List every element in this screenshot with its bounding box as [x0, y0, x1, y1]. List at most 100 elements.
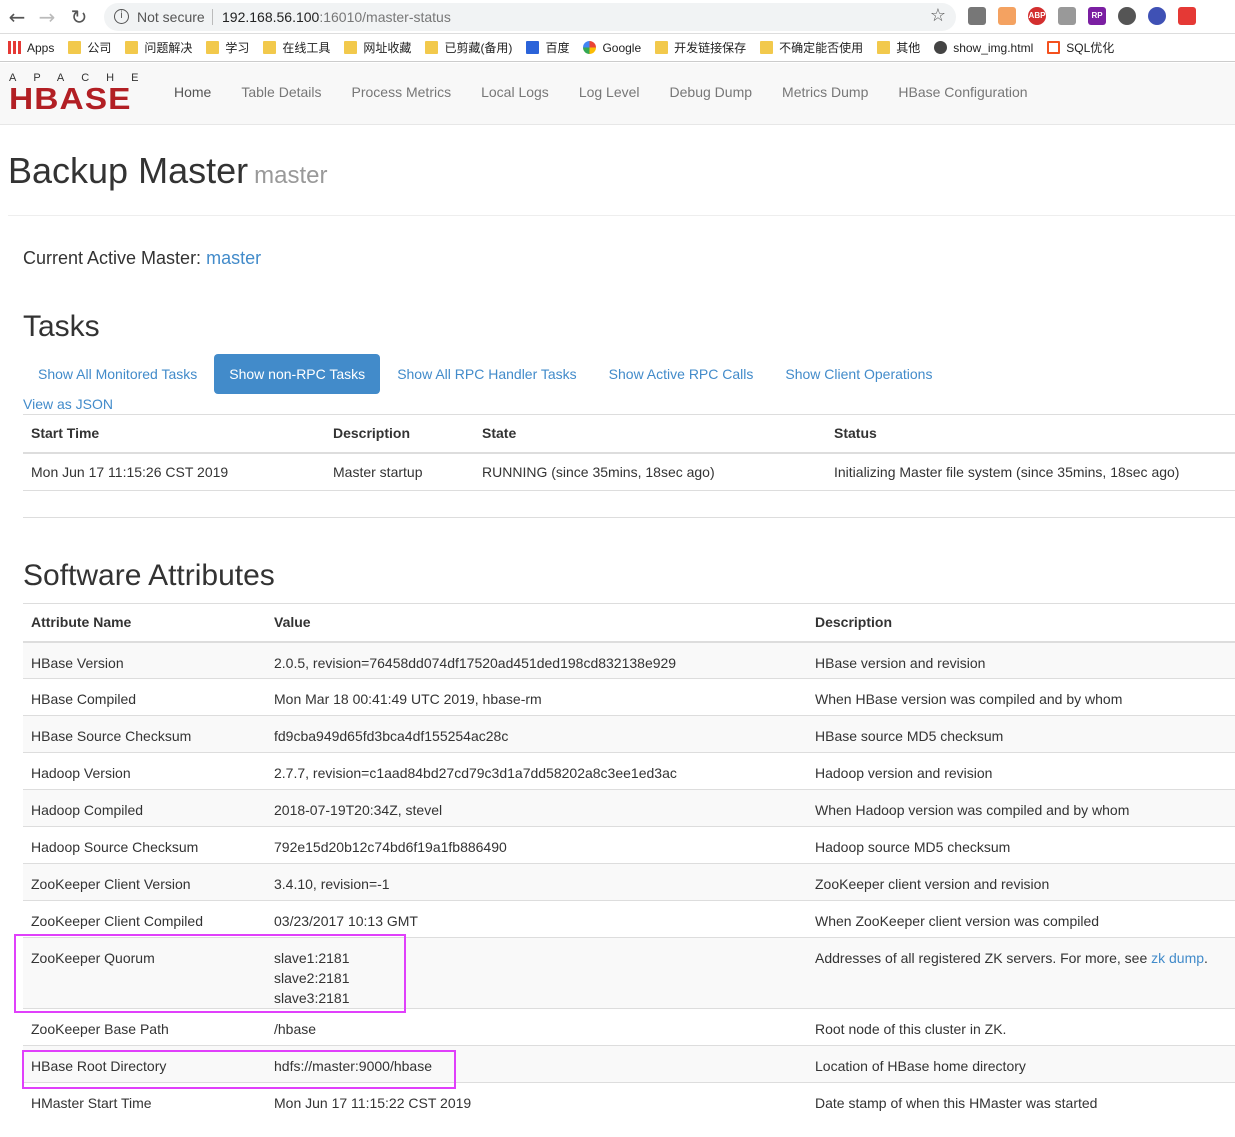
nav-menu: Home Table Details Process Metrics Local… — [159, 63, 1043, 125]
info-icon[interactable]: i — [114, 9, 129, 24]
tab-active-rpc-calls[interactable]: Show Active RPC Calls — [594, 354, 769, 394]
bookmark-item[interactable]: 不确定能否使用 — [760, 39, 863, 56]
table-row: HBase Compiled Mon Mar 18 00:41:49 UTC 20… — [23, 678, 1235, 716]
highlight-box — [14, 934, 406, 1013]
bookmark-item[interactable]: 已剪藏(备用) — [425, 39, 512, 56]
extension-icon[interactable] — [1178, 7, 1196, 25]
software-attributes-heading: Software Attributes — [23, 559, 275, 592]
table-row: ZooKeeper Client Version 3.4.10, revision… — [23, 863, 1235, 901]
attribute-description: When HBase version was compiled and by w… — [807, 678, 1235, 716]
column-header: Description — [807, 603, 1235, 643]
reload-icon[interactable]: ↻ — [66, 4, 92, 30]
nav-debug-dump[interactable]: Debug Dump — [655, 63, 768, 125]
attribute-value: 3.4.10, revision=-1 — [266, 863, 807, 901]
nav-table-details[interactable]: Table Details — [226, 63, 336, 125]
active-master: Current Active Master: master — [23, 248, 261, 269]
nav-process-metrics[interactable]: Process Metrics — [337, 63, 467, 125]
attribute-value: fd9cba949d65fd3bca4df155254ac28c — [266, 715, 807, 753]
nav-local-logs[interactable]: Local Logs — [466, 63, 564, 125]
bookmark-item[interactable]: 公司 — [68, 39, 111, 56]
tasks-heading: Tasks — [23, 310, 100, 343]
attribute-value: Mon Mar 18 00:41:49 UTC 2019, hbase-rm — [266, 678, 807, 716]
bookmark-label: Apps — [27, 40, 55, 55]
folder-icon — [263, 41, 277, 54]
folder-icon — [760, 41, 774, 54]
folder-icon — [344, 41, 358, 54]
forward-arrow-icon[interactable]: → — [34, 4, 60, 30]
tab-all-monitored-tasks[interactable]: Show All Monitored Tasks — [23, 354, 212, 394]
bookmark-label: 百度 — [545, 41, 570, 55]
address-bar[interactable]: i Not secure 192.168.56.100:16010/master… — [104, 3, 956, 31]
bookmark-item[interactable]: 问题解决 — [125, 39, 192, 56]
apps-grid-icon — [8, 41, 21, 54]
attribute-description: When ZooKeeper client version was compil… — [807, 900, 1235, 938]
attribute-value: 2.0.5, revision=76458dd074df17520ad451de… — [266, 641, 807, 679]
bookmark-label: 在线工具 — [282, 41, 331, 55]
table-row: ZooKeeper Base Path/hbase Root node of th… — [23, 1008, 1235, 1046]
table-row: HBase Source Checksum fd9cba949d65fd3bca4… — [23, 715, 1235, 753]
view-as-json-link[interactable]: View as JSON — [23, 396, 113, 412]
attribute-description: Hadoop version and revision — [807, 752, 1235, 790]
browser-toolbar: ← → ↻ i Not secure 192.168.56.100:16010/… — [0, 0, 1235, 34]
extension-icon[interactable] — [1058, 7, 1076, 25]
task-status: Initializing Master file system (since 3… — [826, 452, 1235, 491]
column-header: Value — [266, 603, 807, 643]
task-start-time: Mon Jun 17 11:15:26 CST 2019 — [23, 452, 325, 491]
tab-non-rpc-tasks[interactable]: Show non-RPC Tasks — [214, 354, 381, 394]
nav-home[interactable]: Home — [159, 63, 226, 125]
extension-icon[interactable]: RP — [1088, 7, 1106, 25]
extension-icon[interactable] — [1118, 7, 1136, 25]
bookmark-item[interactable]: Google — [583, 41, 641, 55]
extension-icon[interactable] — [968, 7, 986, 25]
bookmark-item[interactable]: 其他 — [877, 39, 920, 56]
extension-icon[interactable] — [998, 7, 1016, 25]
attribute-description: Location of HBase home directory — [807, 1045, 1235, 1083]
attribute-value: /hbase — [266, 1008, 807, 1046]
table-row: ZooKeeper Client Compiled 03/23/2017 10:1… — [23, 900, 1235, 938]
attribute-name: ZooKeeper Base Path — [23, 1008, 266, 1046]
column-header: State — [474, 414, 826, 454]
attribute-description: Date stamp of when this HMaster was star… — [807, 1082, 1235, 1120]
attribute-name: HBase Compiled — [23, 678, 266, 716]
baidu-icon — [526, 41, 540, 54]
adblock-icon[interactable]: ABP — [1028, 7, 1046, 25]
tab-all-rpc-handler-tasks[interactable]: Show All RPC Handler Tasks — [382, 354, 591, 394]
url-text[interactable]: 192.168.56.100:16010/master-status — [222, 9, 451, 25]
nav-hbase-configuration[interactable]: HBase Configuration — [883, 63, 1042, 125]
zk-dump-link[interactable]: zk dump — [1151, 950, 1204, 966]
nav-metrics-dump[interactable]: Metrics Dump — [767, 63, 883, 125]
bookmark-item[interactable]: 百度 — [526, 39, 569, 56]
bookmark-item[interactable]: 学习 — [206, 39, 249, 56]
software-attributes-table: Attribute Name Value Description HBase V… — [23, 603, 1235, 1120]
bookmark-item[interactable]: 开发链接保存 — [655, 39, 746, 56]
hbase-logo[interactable]: APACHE HBASE — [9, 73, 145, 115]
bookmark-item[interactable]: SQL优化 — [1047, 39, 1114, 56]
tab-client-operations[interactable]: Show Client Operations — [770, 354, 947, 394]
table-row: Hadoop Compiled 2018-07-19T20:34Z, stevel… — [23, 789, 1235, 827]
column-header: Status — [826, 414, 1235, 454]
active-master-link[interactable]: master — [206, 248, 261, 268]
column-header: Start Time — [23, 414, 325, 454]
bookmark-item[interactable]: 在线工具 — [263, 39, 330, 56]
bookmark-item[interactable]: show_img.html — [934, 41, 1033, 55]
nav-log-level[interactable]: Log Level — [564, 63, 655, 125]
table-row: Hadoop Source Checksum 792e15d20b12c74bd6… — [23, 826, 1235, 864]
bookmark-label: 问题解决 — [144, 41, 193, 55]
attribute-name: Hadoop Version — [23, 752, 266, 790]
bookmarks-bar: Apps 公司 问题解决 学习 在线工具 网址收藏 已剪藏(备用) 百度 Google 开发链接保… — [0, 34, 1235, 62]
bookmark-label: 网址收藏 — [363, 41, 412, 55]
attribute-value: 03/23/2017 10:13 GMT — [266, 900, 807, 938]
folder-icon — [125, 41, 139, 54]
bookmark-item[interactable]: 网址收藏 — [344, 39, 411, 56]
attribute-description: HBase version and revision — [807, 641, 1235, 679]
attribute-description: ZooKeeper client version and revision — [807, 863, 1235, 901]
tasks-table: Start Time Description State Status Mon … — [23, 414, 1235, 491]
task-state: RUNNING (since 35mins, 18sec ago) — [474, 452, 826, 491]
column-header: Description — [325, 414, 474, 454]
bookmark-item[interactable]: Apps — [8, 41, 54, 55]
back-arrow-icon[interactable]: ← — [4, 4, 30, 30]
bookmark-star-icon[interactable]: ☆ — [930, 5, 946, 26]
page-header: Backup Master master — [8, 150, 1235, 216]
bookmark-label: Google — [602, 40, 642, 55]
extension-icon[interactable] — [1148, 7, 1166, 25]
